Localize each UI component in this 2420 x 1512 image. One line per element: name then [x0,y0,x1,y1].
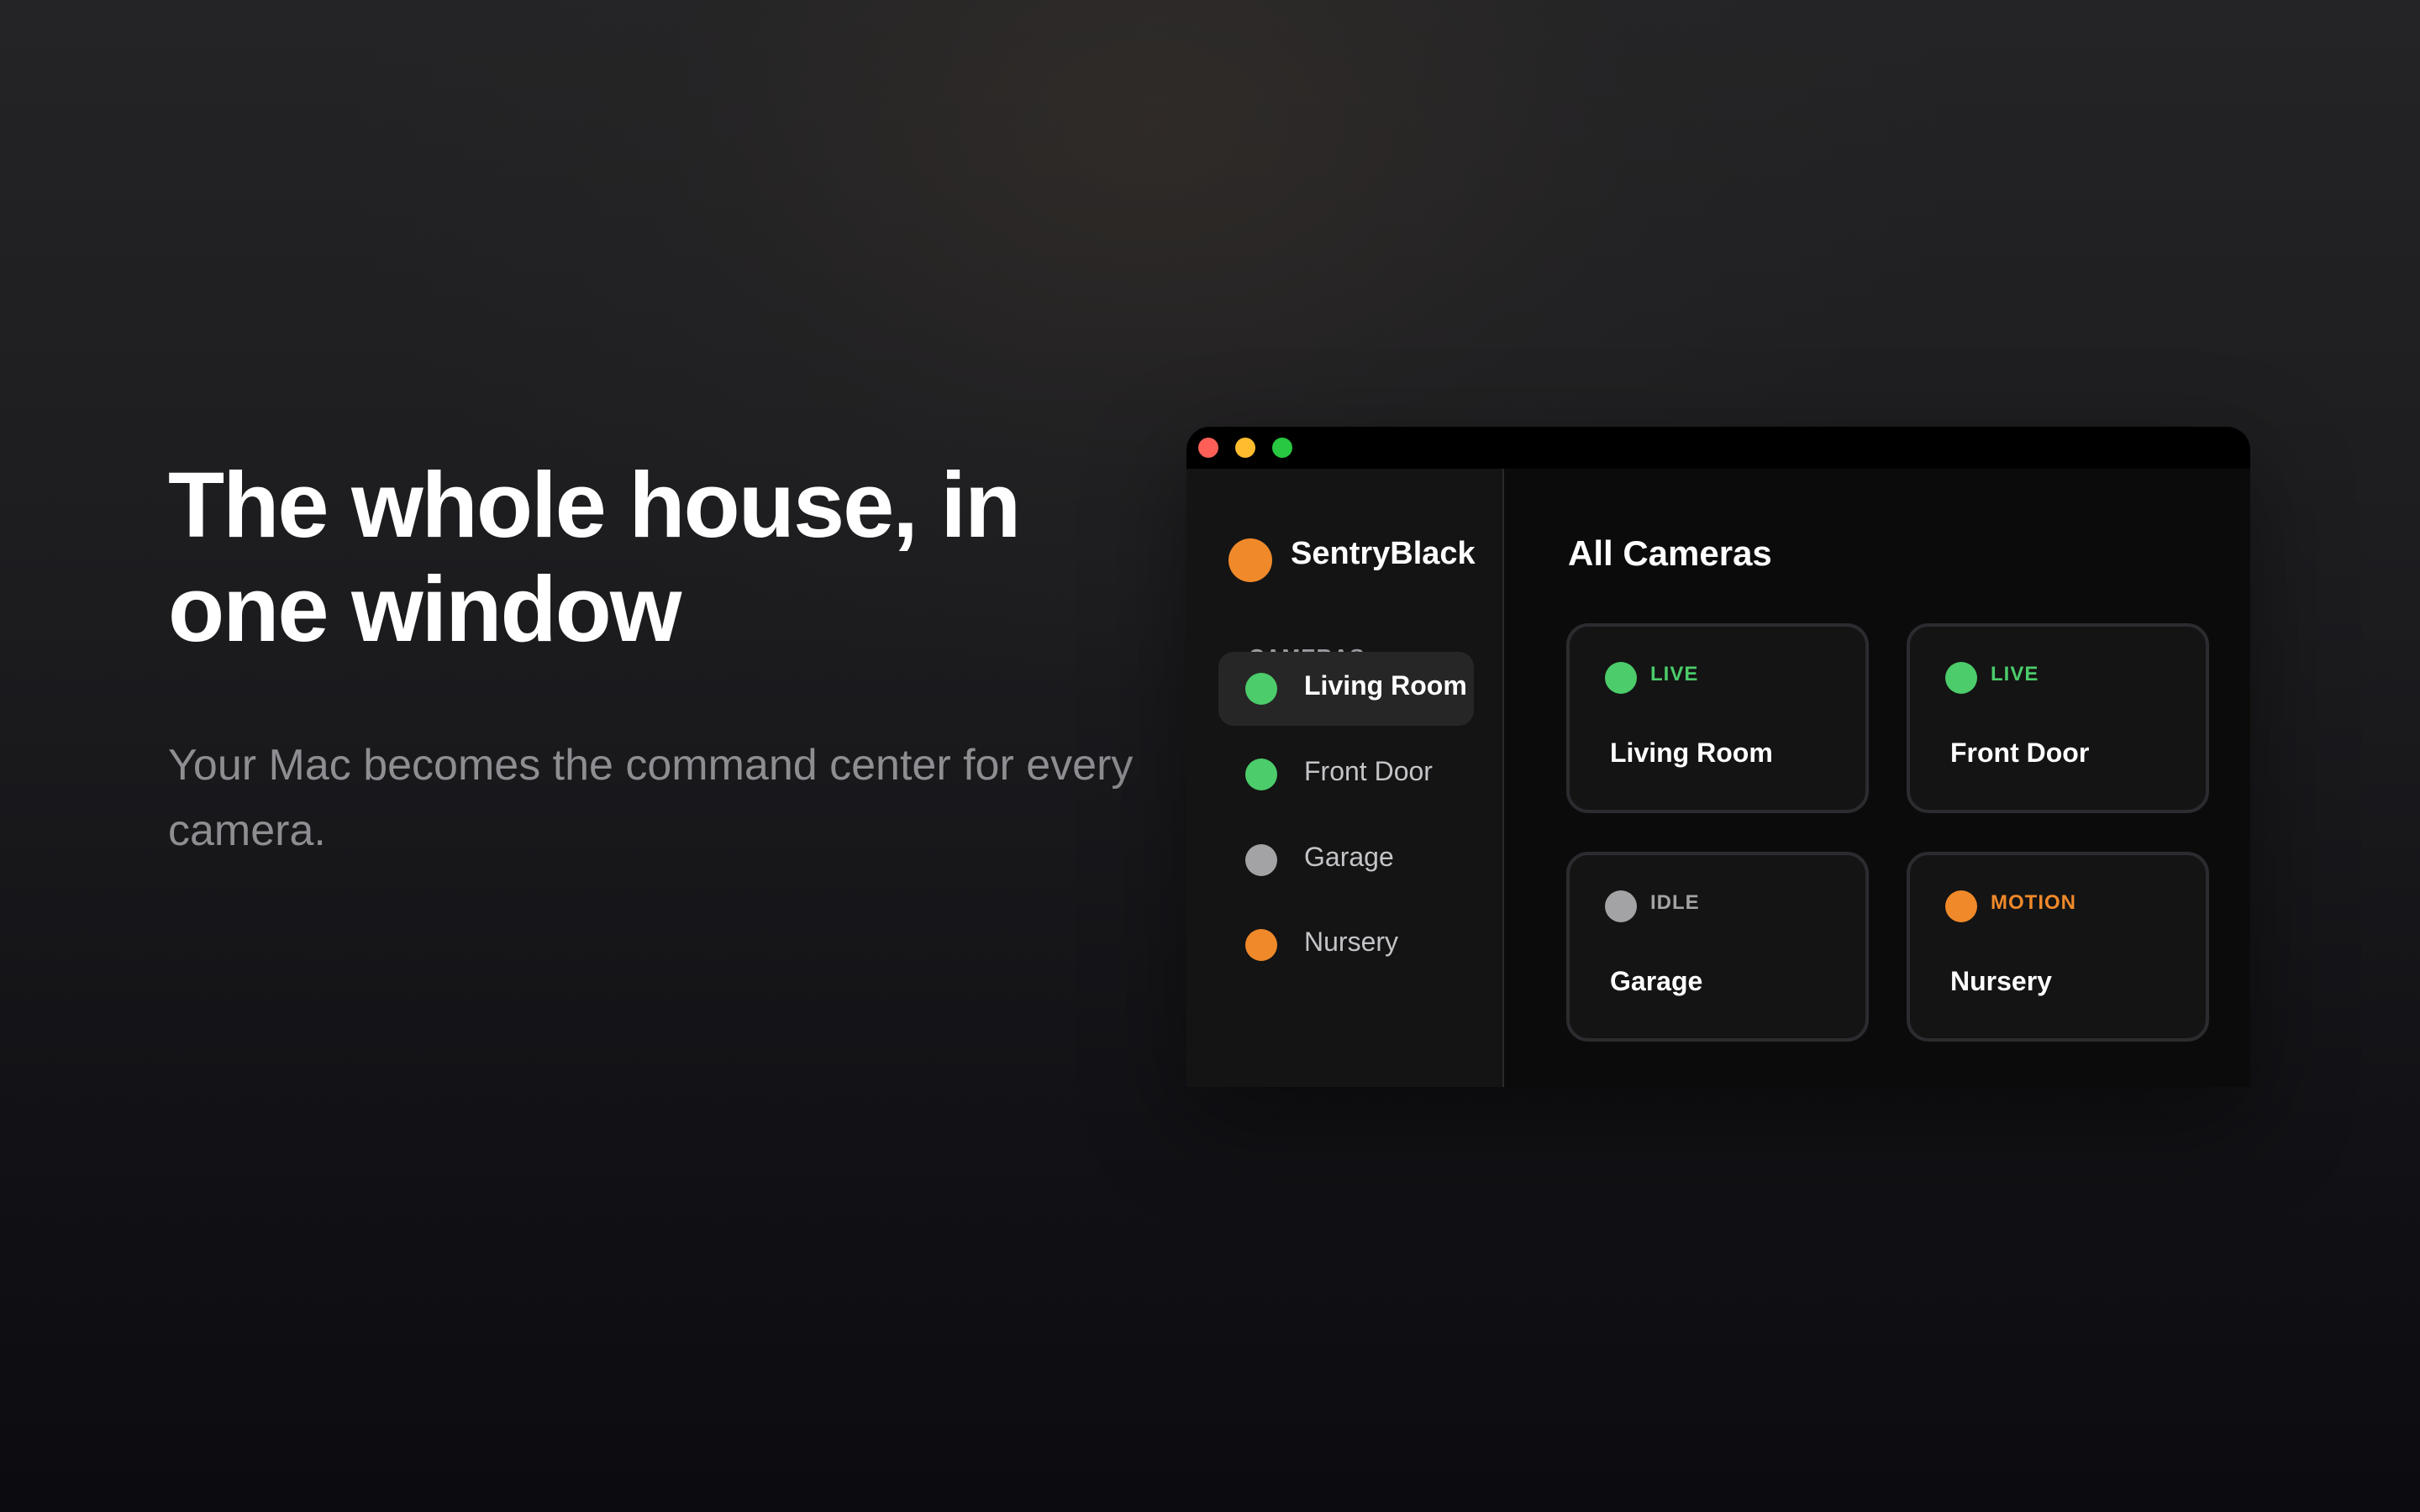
status-badge: LIVE [1650,663,1699,685]
sidebar-item-living-room[interactable]: Living Room [1218,652,1474,726]
idle-status-dot-icon [1245,844,1277,876]
sidebar-item-front-door[interactable]: Front Door [1218,738,1474,811]
live-status-dot-icon [1945,662,1977,694]
status-badge: LIVE [1991,663,2039,685]
camera-name: Living Room [1610,738,1773,768]
sidebar-item-label: Living Room [1304,670,1467,701]
sidebar: SentryBlack CAMERAS Living Room Front Do… [1186,469,1504,1087]
hero-headline: The whole house, in one window [168,454,1021,661]
page-title: All Cameras [1568,533,1772,573]
brand-logo-icon [1228,538,1272,582]
camera-card-living-room[interactable]: LIVE Living Room [1566,623,1869,813]
status-badge: MOTION [1991,891,2076,914]
camera-card-nursery[interactable]: MOTION Nursery [1907,852,2209,1042]
camera-card-front-door[interactable]: LIVE Front Door [1907,623,2209,813]
idle-status-dot-icon [1605,890,1637,922]
live-status-dot-icon [1245,673,1277,705]
app-window: SentryBlack CAMERAS Living Room Front Do… [1186,427,2250,1087]
sidebar-item-garage[interactable]: Garage [1218,823,1474,897]
sidebar-item-label: Front Door [1304,756,1433,786]
live-status-dot-icon [1245,759,1277,790]
sidebar-item-label: Garage [1304,842,1394,872]
camera-grid-panel: All Cameras LIVE Living Room LIVE Front … [1504,469,2250,1087]
camera-name: Front Door [1950,738,2090,768]
status-badge: IDLE [1650,891,1700,914]
window-titlebar [1186,427,2250,469]
close-window-button[interactable] [1198,438,1218,458]
minimize-window-button[interactable] [1235,438,1255,458]
motion-status-dot-icon [1245,929,1277,961]
camera-card-garage[interactable]: IDLE Garage [1566,852,1869,1042]
camera-name: Garage [1610,966,1703,996]
zoom-window-button[interactable] [1272,438,1292,458]
sidebar-item-label: Nursery [1304,927,1399,957]
live-status-dot-icon [1605,662,1637,694]
motion-status-dot-icon [1945,890,1977,922]
hero-subtext: Your Mac becomes the command center for … [168,741,1134,855]
sidebar-item-nursery[interactable]: Nursery [1218,908,1474,982]
brand-name: SentryBlack [1291,536,1476,571]
hero: The whole house, in one window Your Mac … [168,454,1176,864]
camera-name: Nursery [1950,966,2052,996]
